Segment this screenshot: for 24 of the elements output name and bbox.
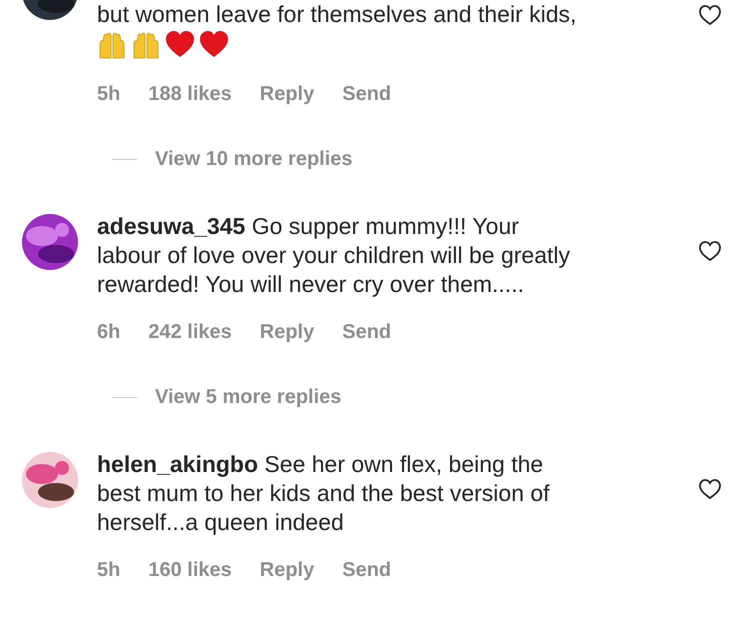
raised-hands-icon — [131, 30, 161, 60]
heart-icon — [199, 30, 229, 60]
comment-time: 5h — [97, 559, 120, 582]
heart-icon[interactable] — [698, 4, 722, 26]
comment-time: 6h — [97, 321, 120, 344]
send-link[interactable]: Send — [342, 321, 392, 344]
raised-hands-icon — [97, 30, 127, 60]
comment-text: but women leave for themselves and their kids, — [97, 0, 578, 29]
comment-time: 5h — [97, 83, 120, 106]
heart-icon[interactable] — [698, 478, 722, 500]
reply-link[interactable]: Reply — [260, 83, 314, 106]
comment-text: helen_akingbo See her own flex, being the best mum to her kids and the best version of herself...a queen indeed — [97, 450, 551, 537]
like-count[interactable]: 160 likes — [148, 559, 232, 582]
view-replies-link[interactable]: View 10 more replies — [155, 148, 353, 171]
heart-icon — [165, 30, 195, 60]
like-count[interactable]: 188 likes — [148, 83, 232, 106]
reply-link[interactable]: Reply — [260, 559, 314, 582]
view-replies-link[interactable]: View 5 more replies — [155, 386, 342, 409]
heart-icon[interactable] — [698, 240, 722, 262]
comment-text: adesuwa_345 Go supper mummy!!! Your labour of love over your children will be greatly rewarded! You will never cry over them..... — [97, 212, 572, 299]
reply-link[interactable]: Reply — [260, 321, 314, 344]
send-link[interactable]: Send — [342, 83, 392, 106]
like-count[interactable]: 242 likes — [148, 321, 232, 344]
send-link[interactable]: Send — [342, 559, 392, 582]
